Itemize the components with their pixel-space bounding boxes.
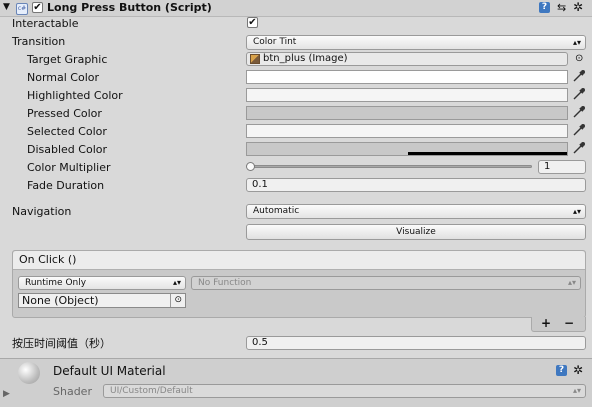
gear-icon[interactable]: ✲ [573,0,583,14]
object-picker-icon[interactable]: ⊙ [575,53,583,64]
dropdown-arrows-icon: ▴▾ [572,38,581,47]
disabled-color-label: Disabled Color [27,143,108,156]
event-list-footer: + − [531,316,586,332]
eyedropper-icon[interactable] [572,123,586,137]
shader-label: Shader [53,385,92,398]
function-value: No Function [198,278,252,288]
color-multiplier-label: Color Multiplier [27,161,111,174]
on-click-title: On Click () [19,253,77,266]
disabled-color-swatch[interactable] [246,142,568,156]
presets-icon[interactable]: ⇆ [557,1,566,14]
navigation-dropdown[interactable]: Automatic ▴▾ [246,204,586,219]
target-graphic-field[interactable]: btn_plus (Image) [246,52,568,66]
runtime-value: Runtime Only [25,278,87,288]
alpha-bar [408,152,567,155]
component-title: Long Press Button (Script) [47,1,212,14]
color-multiplier-slider[interactable] [246,160,532,174]
color-multiplier-value: 1 [544,161,551,172]
component-enabled-checkbox[interactable]: ✔ [32,2,43,13]
fade-duration-label: Fade Duration [27,179,105,192]
selected-color-label: Selected Color [27,125,107,138]
fade-duration-field[interactable]: 0.1 [246,178,586,192]
press-threshold-field[interactable]: 0.5 [246,336,586,350]
eyedropper-icon[interactable] [572,87,586,101]
function-dropdown[interactable]: No Function ▴▾ [191,276,581,290]
target-graphic-value: btn_plus (Image) [263,53,348,64]
eyedropper-icon[interactable] [572,69,586,83]
interactable-label: Interactable [12,17,79,30]
image-asset-icon [250,54,260,64]
runtime-dropdown[interactable]: Runtime Only ▴▾ [18,276,186,290]
transition-dropdown[interactable]: Color Tint ▴▾ [246,35,586,50]
press-threshold-value: 0.5 [252,337,268,348]
object-field[interactable]: None (Object) ⊙ [18,293,186,308]
highlighted-color-swatch[interactable] [246,88,568,102]
color-multiplier-field[interactable]: 1 [538,160,586,174]
slider-track [248,165,532,168]
navigation-label: Navigation [12,205,72,218]
pressed-color-label: Pressed Color [27,107,102,120]
material-foldout-icon[interactable]: ▶ [3,389,10,399]
material-section: Default UI Material ? ✲ ▶ Shader UI/Cust… [0,358,592,407]
add-listener-button[interactable]: + [541,316,551,330]
slider-thumb[interactable] [246,162,255,171]
navigation-value: Automatic [253,206,300,216]
shader-value: UI/Custom/Default [110,386,193,396]
eyedropper-icon[interactable] [572,105,586,119]
interactable-checkbox[interactable]: ✔ [247,17,258,28]
visualize-button[interactable]: Visualize [246,224,586,240]
dropdown-arrows-icon: ▴▾ [572,386,581,395]
dropdown-arrows-icon: ▴▾ [172,278,181,287]
shader-dropdown[interactable]: UI/Custom/Default ▴▾ [103,384,586,398]
visualize-label: Visualize [396,227,436,237]
normal-color-swatch[interactable] [246,70,568,84]
selected-color-swatch[interactable] [246,124,568,138]
transition-value: Color Tint [253,37,297,47]
help-icon[interactable]: ? [556,365,567,376]
object-picker-icon[interactable]: ⊙ [170,294,182,307]
normal-color-label: Normal Color [27,71,100,84]
fade-duration-value: 0.1 [252,179,268,190]
highlighted-color-label: Highlighted Color [27,89,123,102]
component-header: ▼ c# ✔ Long Press Button (Script) ? ⇆ ✲ [0,0,592,17]
material-icon [18,362,40,384]
on-click-header: On Click () [13,251,585,270]
dropdown-arrows-icon: ▴▾ [567,278,576,287]
help-icon[interactable]: ? [539,2,550,13]
pressed-color-swatch[interactable] [246,106,568,120]
gear-icon[interactable]: ✲ [573,363,583,377]
remove-listener-button[interactable]: − [564,316,574,330]
press-threshold-label: 按压时间阈值（秒） [12,337,111,350]
object-value: None (Object) [22,294,99,307]
foldout-arrow-icon[interactable]: ▼ [3,2,10,12]
target-graphic-label: Target Graphic [27,53,108,66]
script-icon: c# [16,3,28,15]
eyedropper-icon[interactable] [572,141,586,155]
dropdown-arrows-icon: ▴▾ [572,207,581,216]
on-click-panel: On Click () Runtime Only ▴▾ No Function … [12,250,586,318]
transition-label: Transition [12,35,66,48]
material-title: Default UI Material [53,364,166,378]
